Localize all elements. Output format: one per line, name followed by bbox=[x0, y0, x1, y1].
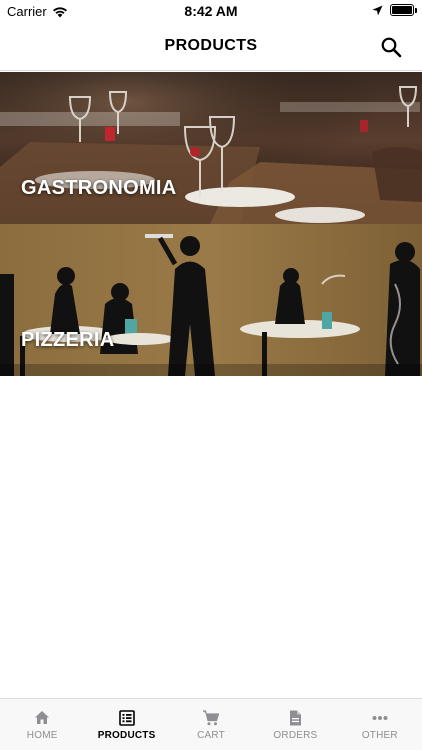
status-bar: Carrier 8:42 AM bbox=[0, 0, 422, 24]
tab-home[interactable]: HOME bbox=[0, 699, 84, 750]
tab-label: ORDERS bbox=[273, 730, 318, 741]
tab-label: PRODUCTS bbox=[97, 730, 156, 741]
document-icon bbox=[290, 710, 302, 726]
search-icon[interactable] bbox=[380, 36, 402, 58]
tab-label: OTHER bbox=[361, 730, 398, 741]
home-icon bbox=[35, 711, 50, 724]
tab-label: CART bbox=[197, 730, 225, 741]
tab-products[interactable]: PRODUCTS bbox=[84, 699, 168, 750]
tab-label: HOME bbox=[26, 730, 58, 741]
category-label: PIZZERIA bbox=[21, 329, 115, 351]
status-time: 8:42 AM bbox=[184, 3, 238, 19]
more-icon bbox=[372, 716, 388, 720]
status-right bbox=[372, 4, 417, 16]
battery-icon bbox=[390, 4, 417, 16]
restaurant-image bbox=[0, 72, 422, 224]
list-icon bbox=[118, 710, 135, 726]
category-label: GASTRONOMIA bbox=[21, 177, 177, 199]
tab-other[interactable]: OTHER bbox=[338, 699, 422, 750]
tab-cart[interactable]: CART bbox=[169, 699, 253, 750]
diners-silhouette-image bbox=[0, 224, 422, 376]
page-title: PRODUCTS bbox=[164, 37, 258, 54]
location-arrow-icon bbox=[372, 5, 383, 15]
cart-icon bbox=[203, 710, 220, 726]
category-card-pizzeria[interactable]: PIZZERIA bbox=[0, 224, 422, 376]
category-card-gastronomia[interactable]: GASTRONOMIA bbox=[0, 72, 422, 224]
header: PRODUCTS bbox=[0, 24, 422, 71]
tab-bar: HOME PRODUCTS CART ORDERS OTHER bbox=[0, 698, 422, 750]
tab-orders[interactable]: ORDERS bbox=[253, 699, 337, 750]
